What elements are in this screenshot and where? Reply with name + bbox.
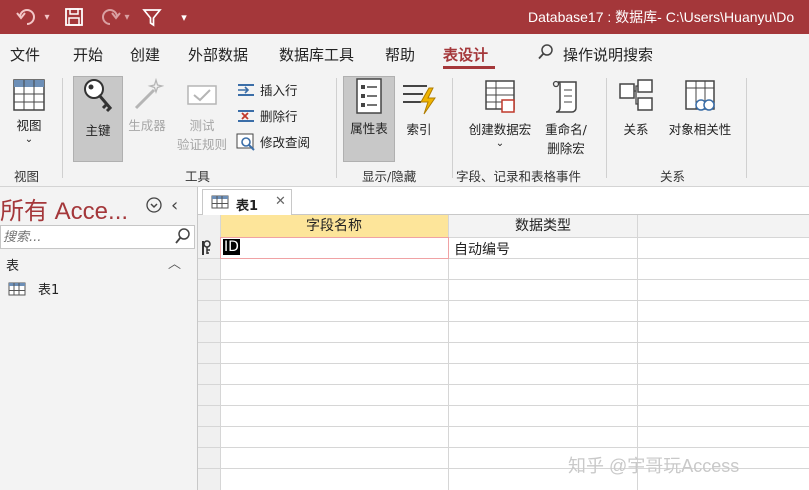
property-sheet-button[interactable]: 属性表: [343, 76, 395, 162]
field-name-value: ID: [223, 239, 240, 255]
grid-line: [198, 405, 809, 406]
group-label-view: 视图: [14, 169, 40, 184]
ribbon-tabs: 文件 开始 创建 外部数据 数据库工具 帮助 表设计 操作说明搜索: [0, 34, 809, 72]
document-tab-label: 表1: [236, 199, 259, 214]
column-header-description[interactable]: [638, 215, 809, 238]
grid-line: [198, 426, 809, 427]
redo-icon[interactable]: [93, 5, 123, 29]
group-separator: [452, 78, 453, 178]
chevron-down-icon[interactable]: ▾: [40, 5, 54, 29]
delete-row-icon: [238, 109, 254, 122]
collapse-pane-icon[interactable]: ‹: [171, 195, 178, 216]
column-header-data-type[interactable]: 数据类型: [449, 215, 637, 238]
tab-external-data[interactable]: 外部数据: [188, 44, 248, 65]
property-sheet-icon: [356, 78, 382, 114]
view-button[interactable]: 视图 ⌄: [6, 78, 52, 158]
grid-line: [637, 215, 638, 490]
search-icon[interactable]: [174, 227, 192, 249]
table-icon: [211, 195, 229, 209]
key-icon: [84, 79, 113, 113]
table-icon: [8, 282, 26, 295]
nav-category-tables[interactable]: 表: [6, 255, 19, 274]
indexes-button[interactable]: 索引: [397, 78, 441, 158]
document-tab[interactable]: 表1 ✕: [202, 189, 292, 216]
active-tab-indicator: [443, 66, 495, 69]
nav-search-input[interactable]: [1, 227, 168, 248]
ribbon: 视图 ⌄ 视图 主键 生成器 测试 验证规则 插入行 删除行 修改查阅 工具 属…: [0, 72, 809, 187]
chevron-down-icon: ⌄: [495, 138, 505, 149]
magic-wand-icon: [134, 77, 165, 110]
chevron-down-circle-icon[interactable]: [146, 197, 162, 217]
group-label-relationships: 关系: [660, 169, 686, 184]
nav-item-table[interactable]: 表1: [8, 279, 59, 298]
modify-lookups-button[interactable]: 修改查阅: [236, 132, 310, 151]
tab-help[interactable]: 帮助: [385, 44, 415, 65]
lightbulb-search-icon[interactable]: [537, 43, 555, 65]
delete-row-button[interactable]: 删除行: [236, 106, 298, 125]
data-type-cell[interactable]: 自动编号: [454, 239, 510, 259]
navigation-pane: 所有 Acce... ‹ 表 ︿ 表1: [0, 187, 198, 490]
primary-key-button[interactable]: 主键: [73, 76, 123, 162]
grid-line: [198, 321, 809, 322]
filter-icon[interactable]: [140, 5, 164, 29]
data-macro-icon: [485, 80, 515, 113]
insert-row-button[interactable]: 插入行: [236, 80, 298, 99]
tab-create[interactable]: 创建: [130, 44, 160, 65]
relationships-button[interactable]: 关系: [614, 78, 658, 158]
object-dependencies-button[interactable]: 对象相关性: [662, 78, 738, 158]
group-label-show-hide: 显示/隐藏: [362, 169, 417, 184]
grid-line: [198, 342, 809, 343]
insert-row-icon: [238, 83, 254, 96]
index-lightning-icon: [403, 85, 436, 115]
tell-me-search[interactable]: 操作说明搜索: [563, 44, 653, 65]
validation-rules-icon: [187, 85, 217, 105]
group-separator: [336, 78, 337, 178]
grid-line: [198, 300, 809, 301]
group-label-tools: 工具: [185, 169, 211, 184]
group-separator: [606, 78, 607, 178]
tab-database-tools[interactable]: 数据库工具: [279, 44, 354, 65]
relationships-icon: [619, 79, 653, 111]
dependencies-icon: [685, 80, 715, 111]
design-grid: 字段名称 数据类型 ID 自动编号: [198, 215, 809, 490]
chevron-up-icon[interactable]: ︿: [168, 253, 181, 272]
group-separator: [62, 78, 63, 178]
grid-line: [198, 384, 809, 385]
customize-toolbar-icon[interactable]: ▾: [176, 5, 192, 29]
builder-button[interactable]: 生成器: [124, 77, 170, 158]
tab-table-design[interactable]: 表设计: [443, 44, 488, 65]
title-bar: ▾ ▾ ▾ Database17 : 数据库- C:\Users\Huanyu\…: [0, 0, 809, 34]
scroll-macro-icon: [552, 80, 577, 113]
create-data-macros-button[interactable]: 创建数据宏 ⌄: [462, 78, 538, 162]
chevron-down-icon[interactable]: ▾: [120, 5, 134, 29]
document-area: 表1 ✕ 字段名称 数据类型 ID 自动编号: [198, 187, 809, 490]
primary-key-indicator-icon[interactable]: [201, 240, 215, 260]
rename-delete-macro-button[interactable]: 重命名/ 删除宏: [538, 78, 594, 162]
grid-line: [198, 279, 809, 280]
tab-home[interactable]: 开始: [73, 44, 103, 65]
test-validation-rules-button[interactable]: 测试 验证规则: [172, 78, 232, 162]
grid-line: [198, 363, 809, 364]
save-icon[interactable]: [62, 5, 86, 29]
lookup-icon: [236, 133, 255, 151]
table-grid-icon: [13, 79, 45, 111]
chevron-down-icon: ⌄: [24, 134, 34, 145]
group-label-events: 字段、记录和表格事件: [456, 169, 582, 184]
tab-file[interactable]: 文件: [10, 44, 40, 65]
watermark-text: 知乎 @宇哥玩Access: [568, 456, 740, 476]
grid-line: [198, 447, 809, 448]
group-separator: [746, 78, 747, 178]
close-icon[interactable]: ✕: [275, 194, 286, 209]
nav-search-box: [0, 225, 195, 249]
nav-pane-header[interactable]: 所有 Acce...: [0, 191, 128, 226]
column-header-field-name[interactable]: 字段名称: [220, 215, 448, 238]
field-name-cell[interactable]: ID: [220, 237, 449, 259]
window-title: Database17 : 数据库- C:\Users\Huanyu\Do: [528, 9, 795, 25]
